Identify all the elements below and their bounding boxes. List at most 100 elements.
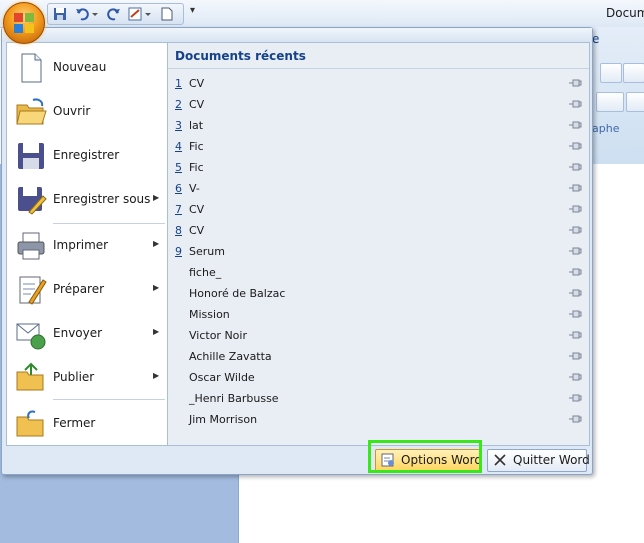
- recent-document-item[interactable]: 7 CV: [168, 199, 589, 220]
- recent-document-number: 5: [175, 161, 182, 174]
- recent-document-number: 3: [175, 119, 182, 132]
- undo-dropdown-icon[interactable]: [91, 7, 99, 21]
- menu-item-label: Nouveau: [53, 60, 107, 74]
- menu-item-nouveau[interactable]: Nouveau: [7, 47, 167, 91]
- undo-icon[interactable]: [75, 7, 89, 21]
- menu-item-label: Enregistrer sous: [53, 192, 151, 206]
- format-painter-icon[interactable]: [128, 7, 142, 21]
- quit-word-button[interactable]: Quitter Word: [487, 449, 590, 472]
- ribbon-tab[interactable]: e: [592, 32, 599, 46]
- recent-document-name: Jim Morrison: [189, 413, 258, 426]
- pin-icon[interactable]: [568, 99, 582, 109]
- recent-document-number: 8: [175, 224, 182, 237]
- pin-icon[interactable]: [568, 120, 582, 130]
- pin-icon[interactable]: [568, 162, 582, 172]
- pin-icon[interactable]: [568, 393, 582, 403]
- quit-word-label: Quitter Word: [513, 453, 590, 467]
- menu-item-label: Préparer: [53, 282, 105, 296]
- menu-item-imprimer[interactable]: Imprimer ▶: [7, 225, 167, 269]
- line-spacing-button[interactable]: [596, 92, 624, 112]
- menu-item-fermer[interactable]: Fermer: [7, 403, 167, 447]
- pin-icon[interactable]: [568, 330, 582, 340]
- recent-document-name: Fic: [189, 161, 204, 174]
- send-icon: [16, 323, 46, 350]
- pin-icon[interactable]: [568, 141, 582, 151]
- recent-document-item[interactable]: 6 V-: [168, 178, 589, 199]
- recent-document-item[interactable]: Mission: [168, 304, 589, 325]
- menu-separator: [53, 223, 165, 224]
- recent-document-item[interactable]: 1 CV: [168, 73, 589, 94]
- menu-item-preparer[interactable]: Préparer ▶: [7, 269, 167, 313]
- recent-document-name: Achille Zavatta: [189, 350, 272, 363]
- recent-document-item[interactable]: 8 CV: [168, 220, 589, 241]
- recent-document-item[interactable]: fiche_: [168, 262, 589, 283]
- menu-item-enregistrer[interactable]: Enregistrer: [7, 135, 167, 179]
- recent-document-number: 6: [175, 182, 182, 195]
- recent-document-item[interactable]: 9 Serum: [168, 241, 589, 262]
- recent-document-number: 7: [175, 203, 182, 216]
- new-page-icon[interactable]: [160, 7, 174, 21]
- menu-item-ouvrir[interactable]: Ouvrir: [7, 91, 167, 135]
- align-button[interactable]: [600, 63, 622, 83]
- recent-document-item[interactable]: 3 lat: [168, 115, 589, 136]
- recent-document-item[interactable]: 5 Fic: [168, 157, 589, 178]
- menu-item-publier[interactable]: Publier ▶: [7, 357, 167, 401]
- submenu-arrow-icon: ▶: [153, 283, 160, 292]
- close-folder-icon: [16, 410, 44, 437]
- selection-highlight: [368, 440, 482, 473]
- save-icon[interactable]: [53, 7, 67, 21]
- recent-document-item[interactable]: Honoré de Balzac: [168, 283, 589, 304]
- shading-button[interactable]: [626, 92, 644, 112]
- recent-document-item[interactable]: Oscar Wilde: [168, 367, 589, 388]
- recent-document-number: 1: [175, 77, 182, 90]
- header-divider: [168, 68, 589, 69]
- recent-document-number: 9: [175, 245, 182, 258]
- recent-document-item[interactable]: Achille Zavatta: [168, 346, 589, 367]
- prepare-icon: [19, 276, 47, 305]
- pin-icon[interactable]: [568, 246, 582, 256]
- pin-icon[interactable]: [568, 267, 582, 277]
- recent-document-name: CV: [189, 98, 205, 111]
- recent-document-item[interactable]: 2 CV: [168, 94, 589, 115]
- recent-documents-header: Documents récents: [175, 49, 306, 63]
- recent-document-name: V-: [189, 182, 200, 195]
- pin-icon[interactable]: [568, 288, 582, 298]
- recent-document-name: CV: [189, 224, 205, 237]
- recent-document-name: Serum: [189, 245, 225, 258]
- customize-toolbar-icon[interactable]: ▾: [190, 5, 195, 16]
- save-as-icon: [18, 187, 47, 215]
- menu-item-label: Ouvrir: [53, 104, 91, 118]
- save-icon: [18, 143, 44, 169]
- office-button[interactable]: [3, 2, 45, 44]
- format-dropdown-icon[interactable]: [144, 7, 152, 21]
- submenu-arrow-icon: ▶: [153, 371, 160, 380]
- office-logo-icon: [14, 13, 34, 33]
- open-folder-icon: [16, 98, 47, 125]
- recent-document-item[interactable]: 4 Fic: [168, 136, 589, 157]
- menu-item-label: Envoyer: [53, 326, 103, 340]
- recent-document-name: _Henri Barbusse: [189, 392, 279, 405]
- pin-icon[interactable]: [568, 372, 582, 382]
- recent-documents-pane: Documents récents 1 CV 2 CV 3 lat 4 Fic 5 Fic 6 V- 7…: [167, 42, 590, 446]
- pin-icon[interactable]: [568, 225, 582, 235]
- pin-icon[interactable]: [568, 183, 582, 193]
- recent-document-item[interactable]: Victor Noir: [168, 325, 589, 346]
- pin-icon[interactable]: [568, 78, 582, 88]
- recent-document-name: fiche_: [189, 266, 222, 279]
- menu-item-enregistrer-sous[interactable]: Enregistrer sous ▶: [7, 179, 167, 223]
- pin-icon[interactable]: [568, 351, 582, 361]
- submenu-arrow-icon: ▶: [153, 239, 160, 248]
- close-icon: [494, 454, 506, 466]
- menu-item-envoyer[interactable]: Envoyer ▶: [7, 313, 167, 357]
- recent-document-item[interactable]: Jim Morrison: [168, 409, 589, 430]
- menu-item-label: Publier: [53, 370, 95, 384]
- menu-item-label: Fermer: [53, 416, 96, 430]
- recent-document-item[interactable]: _Henri Barbusse: [168, 388, 589, 409]
- align-button-2[interactable]: [623, 63, 644, 83]
- recent-document-number: 2: [175, 98, 182, 111]
- pin-icon[interactable]: [568, 204, 582, 214]
- pin-icon[interactable]: [568, 414, 582, 424]
- pin-icon[interactable]: [568, 309, 582, 319]
- new-document-icon: [21, 53, 42, 83]
- redo-icon[interactable]: [107, 7, 121, 21]
